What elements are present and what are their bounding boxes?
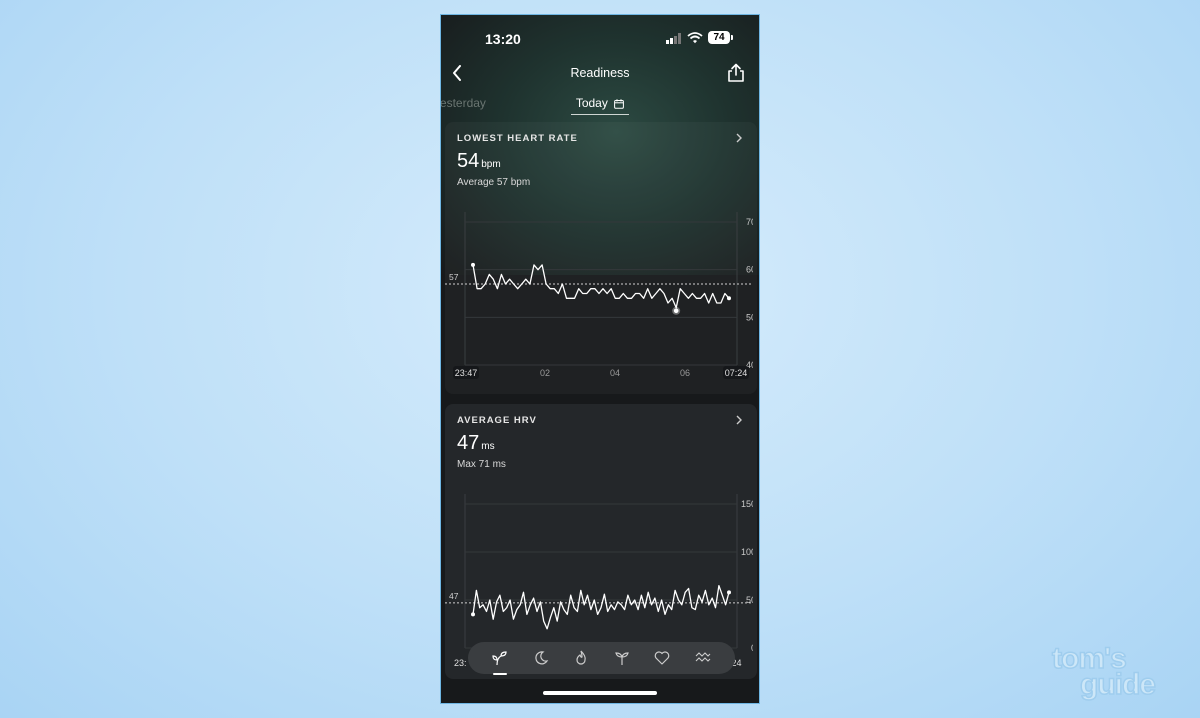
x-tick-label: 04 xyxy=(610,368,620,378)
hrv-max: Max 71 ms xyxy=(457,459,506,470)
logo-line-2: guide xyxy=(1079,668,1157,701)
lowest-point xyxy=(673,308,679,314)
nav-stress[interactable] xyxy=(692,647,714,669)
series-line xyxy=(472,264,730,309)
metric-value: 47 ms xyxy=(457,432,495,455)
tab-yesterday[interactable]: Yesterday xyxy=(441,96,486,110)
wifi-icon xyxy=(687,32,703,44)
heart-rate-chart: 706050405723:4702040607:24 xyxy=(445,212,753,379)
nav-activity[interactable] xyxy=(570,647,592,669)
heart-rate-average: Average 57 bpm xyxy=(457,177,531,188)
bottom-nav xyxy=(468,642,735,675)
average-hrv-card[interactable]: AVERAGE HRV 47ms Max 71 ms 1501005004723… xyxy=(445,404,757,679)
tab-today[interactable]: Today xyxy=(571,94,629,115)
cellular-signal-icon xyxy=(666,33,681,44)
series-line xyxy=(472,584,730,630)
heart-rate-unit: bpm xyxy=(481,159,501,170)
phone-screen: 13:20 74 Readiness Yesterday Today xyxy=(440,14,760,704)
y-tick-label: 50 xyxy=(746,312,753,322)
nav-heart[interactable] xyxy=(651,647,673,669)
y-tick-label: 0 xyxy=(751,643,753,653)
calendar-icon[interactable] xyxy=(614,99,625,109)
sprout-alt-icon xyxy=(614,652,629,665)
nav-readiness[interactable] xyxy=(489,647,511,675)
y-tick-label: 150 xyxy=(741,499,753,509)
y-tick-label: 70 xyxy=(746,217,753,227)
nav-sleep[interactable] xyxy=(530,647,552,669)
card-label: LOWEST HEART RATE xyxy=(457,133,578,144)
heart-icon xyxy=(654,651,670,665)
x-tick-label: 23:47 xyxy=(455,368,478,378)
moon-icon xyxy=(535,651,549,665)
nav-resilience[interactable] xyxy=(611,647,633,669)
hrv-value: 47 xyxy=(457,432,480,454)
status-bar: 13:20 74 xyxy=(441,29,759,49)
battery-icon: 74 xyxy=(708,31,733,44)
tab-today-label: Today xyxy=(575,96,608,110)
heart-rate-value: 54 xyxy=(457,150,480,172)
x-tick-label: 07:24 xyxy=(725,368,748,378)
y-tick-label: 50 xyxy=(746,595,753,605)
series-start-point xyxy=(471,612,475,617)
app-header: Readiness xyxy=(441,63,759,83)
y-tick-label: 60 xyxy=(746,265,753,275)
chevron-right-icon[interactable] xyxy=(735,132,743,144)
x-tick-label: 06 xyxy=(680,368,690,378)
y-tick-label: 100 xyxy=(741,547,753,557)
sprout-icon xyxy=(492,651,507,666)
waves-icon xyxy=(695,652,711,662)
chevron-right-icon[interactable] xyxy=(735,414,743,426)
series-end-point xyxy=(727,296,731,301)
flame-icon xyxy=(576,650,587,665)
lowest-heart-rate-card[interactable]: LOWEST HEART RATE 54 bpm Average 57 bpm 7… xyxy=(445,122,757,394)
page-title: Readiness xyxy=(570,66,630,80)
date-tabs: Yesterday Today xyxy=(441,94,759,118)
hrv-unit: ms xyxy=(481,441,495,452)
status-time: 13:20 xyxy=(485,31,521,47)
toms-guide-logo: tom's guide xyxy=(1051,643,1182,702)
home-indicator[interactable] xyxy=(543,691,657,695)
series-start-point xyxy=(471,262,475,267)
metric-value: 54 bpm xyxy=(457,150,501,173)
share-icon[interactable] xyxy=(727,63,745,83)
card-label: AVERAGE HRV xyxy=(457,415,537,426)
x-tick-label: 02 xyxy=(540,368,550,378)
reference-label: 57 xyxy=(449,272,459,282)
reference-label: 47 xyxy=(449,591,459,601)
x-tick-label: 23: xyxy=(454,658,467,668)
series-end-point xyxy=(727,590,731,595)
